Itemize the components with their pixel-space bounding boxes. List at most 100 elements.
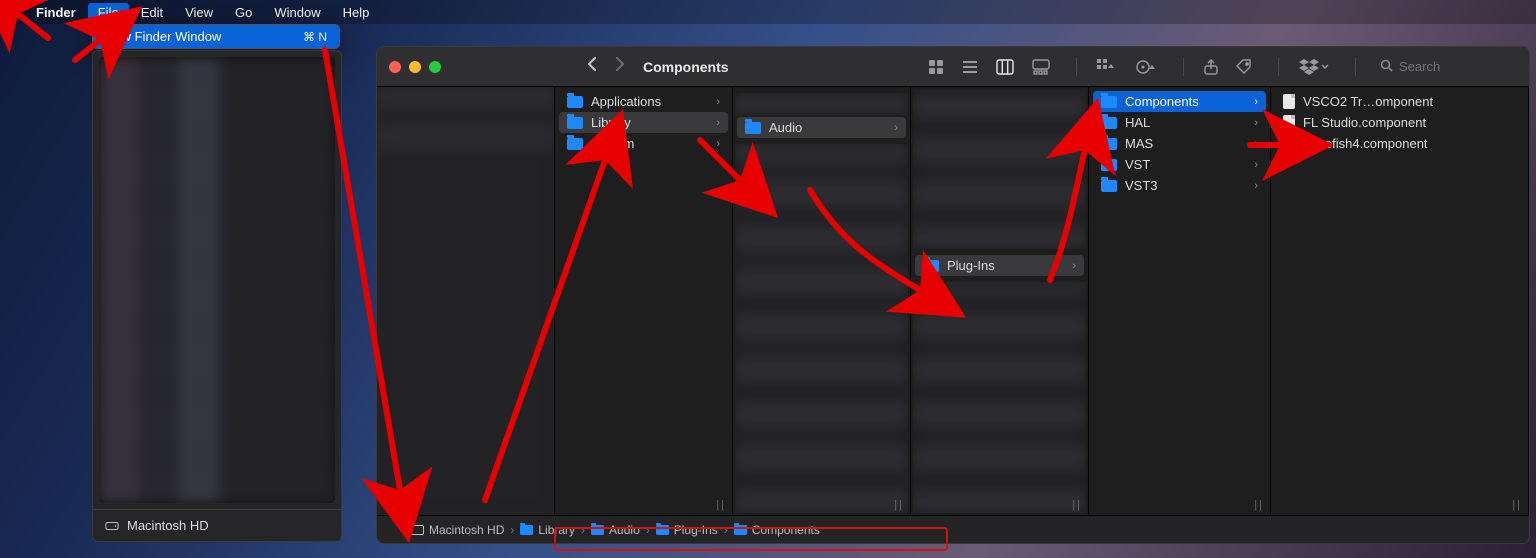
folder-icon	[1101, 96, 1117, 108]
column-plugins: Components › HAL › MAS ›	[1089, 87, 1271, 515]
path-bar: Macintosh HD › Library › Audio › Plug-In…	[377, 515, 1529, 543]
chevron-right-icon: ›	[724, 523, 728, 537]
file-flstudio[interactable]: FL Studio.component	[1275, 112, 1524, 133]
path-label: Macintosh HD	[429, 523, 504, 537]
window-controls	[389, 61, 441, 73]
icon-view-button[interactable]	[924, 59, 948, 75]
forward-button[interactable]	[612, 57, 627, 76]
disk-icon	[411, 525, 424, 535]
folder-plugins[interactable]: Plug-Ins ›	[915, 255, 1084, 276]
list-view-button[interactable]	[958, 59, 982, 75]
entry-label: Applications	[591, 94, 661, 109]
toolbar-divider	[1183, 58, 1184, 76]
dropbox-button[interactable]	[1295, 59, 1333, 75]
folder-system[interactable]: System ›	[559, 133, 728, 154]
folder-audio[interactable]: Audio ›	[737, 117, 906, 138]
chevron-right-icon: ›	[1072, 260, 1076, 272]
folder-vst[interactable]: VST ›	[1093, 154, 1266, 175]
blurred-rows	[913, 282, 1086, 513]
sidebar-footer-label: Macintosh HD	[127, 518, 209, 533]
gallery-view-button[interactable]	[1028, 59, 1054, 75]
path-seg-plugins[interactable]: Plug-Ins	[656, 523, 718, 537]
entry-label: Audio	[769, 120, 802, 135]
chevron-right-icon: ›	[510, 523, 514, 537]
entry-label: FL Studio.component	[1303, 115, 1426, 130]
chevron-right-icon: ›	[1254, 96, 1258, 108]
folder-icon	[567, 138, 583, 150]
menubar-app-name[interactable]: Finder	[26, 3, 86, 22]
file-menu-item-label: New Finder Window	[105, 29, 221, 44]
path-label: Plug-Ins	[674, 523, 718, 537]
file-menu-item-shortcut: ⌘ N	[303, 30, 327, 44]
entry-label: HAL	[1125, 115, 1150, 130]
close-button[interactable]	[389, 61, 401, 73]
back-button[interactable]	[585, 57, 600, 76]
folder-icon	[745, 122, 761, 134]
search-field[interactable]	[1372, 57, 1517, 77]
share-button[interactable]	[1200, 59, 1222, 75]
column-resize-handle[interactable]: ||	[1512, 499, 1522, 511]
action-menu-button[interactable]	[1131, 59, 1161, 75]
menubar-window[interactable]: Window	[264, 3, 330, 22]
search-icon	[1380, 59, 1393, 75]
folder-icon	[656, 525, 669, 535]
folder-icon	[923, 260, 939, 272]
entry-label: System	[591, 136, 634, 151]
menubar-view[interactable]: View	[175, 3, 223, 22]
path-seg-components[interactable]: Components	[734, 523, 820, 537]
window-title: Components	[643, 59, 729, 75]
sidebar-blurred-content	[99, 57, 335, 503]
finder-sidebar-window: Macintosh HD	[92, 50, 342, 542]
column-view-button[interactable]	[992, 59, 1018, 75]
search-input[interactable]	[1399, 59, 1509, 74]
folder-icon	[1101, 117, 1117, 129]
menubar-go[interactable]: Go	[225, 3, 262, 22]
chevron-right-icon: ›	[1254, 138, 1258, 150]
folder-library[interactable]: Library ›	[559, 112, 728, 133]
file-tunefish[interactable]: Tunefish4.component	[1275, 133, 1524, 154]
zoom-button[interactable]	[429, 61, 441, 73]
minimize-button[interactable]	[409, 61, 421, 73]
group-by-button[interactable]	[1093, 59, 1121, 75]
folder-components[interactable]: Components ›	[1093, 91, 1266, 112]
folder-mas[interactable]: MAS ›	[1093, 133, 1266, 154]
entry-label: Library	[591, 115, 631, 130]
blurred-rows	[735, 144, 908, 513]
folder-icon	[1101, 180, 1117, 192]
file-icon	[1283, 94, 1295, 109]
folder-vst3[interactable]: VST3 ›	[1093, 175, 1266, 196]
path-seg-macintosh-hd[interactable]: Macintosh HD	[411, 523, 504, 537]
folder-icon	[567, 117, 583, 129]
path-seg-audio[interactable]: Audio	[591, 523, 640, 537]
finder-sidebar-blurred	[377, 87, 555, 515]
apple-menu[interactable]	[8, 10, 24, 14]
file-menu-new-finder-window[interactable]: New Finder Window ⌘ N	[93, 25, 339, 48]
tags-button[interactable]	[1232, 59, 1256, 75]
entry-label: MAS	[1125, 136, 1153, 151]
column-components: VSCO2 Tr…omponent FL Studio.component Tu…	[1271, 87, 1529, 515]
chevron-right-icon: ›	[716, 138, 720, 150]
folder-icon	[1101, 138, 1117, 150]
folder-icon	[567, 96, 583, 108]
column-resize-handle[interactable]: ||	[1072, 499, 1082, 511]
sidebar-footer[interactable]: Macintosh HD	[93, 509, 341, 541]
finder-toolbar: Components	[377, 47, 1529, 87]
menubar-edit[interactable]: Edit	[131, 3, 173, 22]
file-icon	[1283, 115, 1295, 130]
folder-icon	[591, 525, 604, 535]
column-resize-handle[interactable]: ||	[1254, 499, 1264, 511]
menubar-help[interactable]: Help	[333, 3, 380, 22]
column-root: Applications › Library › System › ||	[555, 87, 733, 515]
column-resize-handle[interactable]: ||	[894, 499, 904, 511]
column-resize-handle[interactable]: ||	[716, 499, 726, 511]
file-icon	[1283, 136, 1295, 151]
entry-label: VSCO2 Tr…omponent	[1303, 94, 1433, 109]
folder-icon	[520, 525, 533, 535]
path-seg-library[interactable]: Library	[520, 523, 575, 537]
folder-applications[interactable]: Applications ›	[559, 91, 728, 112]
folder-icon	[734, 525, 747, 535]
file-vsco2[interactable]: VSCO2 Tr…omponent	[1275, 91, 1524, 112]
menubar-file[interactable]: File	[88, 3, 129, 22]
folder-hal[interactable]: HAL ›	[1093, 112, 1266, 133]
path-label: Library	[538, 523, 575, 537]
